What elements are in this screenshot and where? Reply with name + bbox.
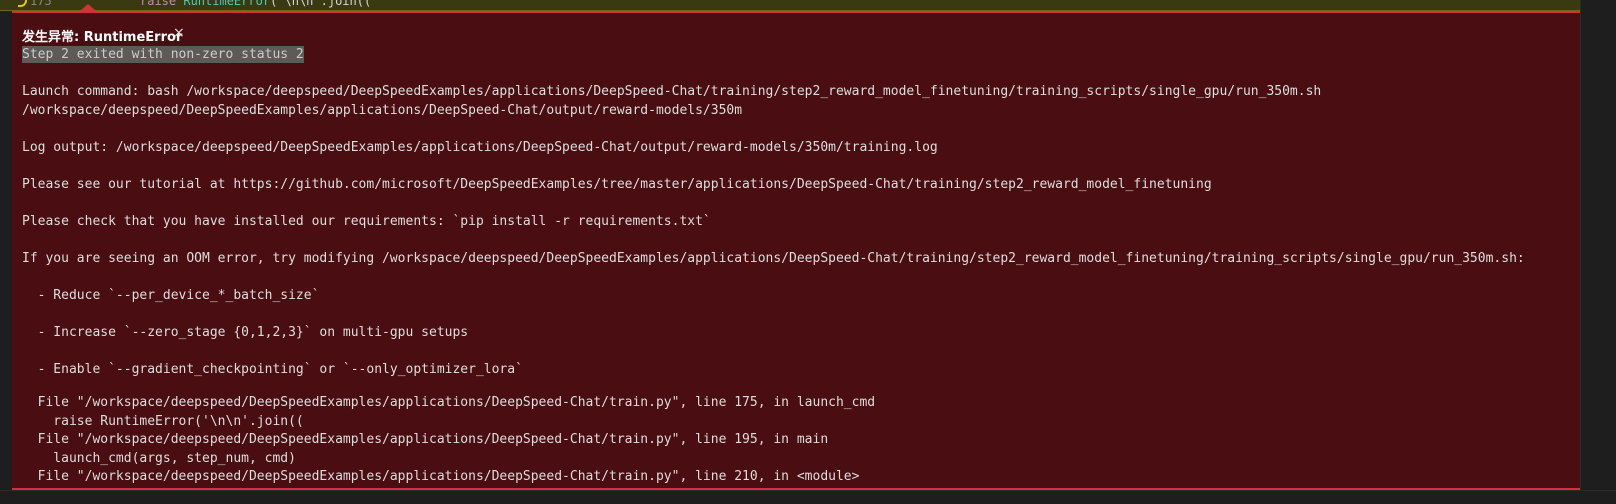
current-line[interactable]: 175 raise RuntimeError('\n\n'.join(( [0, 0, 1580, 11]
vertical-scrollbar[interactable] [1580, 0, 1616, 504]
peek-arrow-icon [80, 4, 96, 11]
breakpoint-indicator-icon[interactable] [18, 0, 27, 7]
exception-body: Launch command: bash /workspace/deepspee… [22, 84, 1525, 377]
exception-title: 发生异常: RuntimeError [22, 30, 183, 45]
code-class: RuntimeError [183, 0, 271, 8]
close-icon[interactable]: × [173, 25, 185, 41]
bottom-strip [0, 490, 1616, 504]
code-line[interactable]: raise RuntimeError('\n\n'.join(( [140, 0, 371, 8]
exception-widget: 发生异常: RuntimeError × Step 2 exited with … [12, 11, 1580, 490]
stack-trace: File "/workspace/deepspeed/DeepSpeedExam… [37, 395, 876, 484]
editor-window: 175 raise RuntimeError('\n\n'.join(( 发生异… [0, 0, 1616, 504]
line-number: 175 [30, 0, 52, 8]
code-rest: ('\n\n'.join(( [270, 0, 372, 8]
code-keyword: raise [140, 0, 177, 8]
exception-description: Step 2 exited with non-zero status 2 [22, 46, 304, 63]
